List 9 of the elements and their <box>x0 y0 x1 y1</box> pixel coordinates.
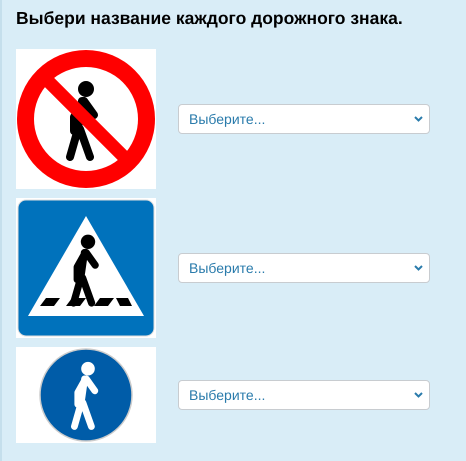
question-title: Выбери название каждого дорожного знака. <box>16 7 404 29</box>
answer-dropdown[interactable]: Выберите... <box>178 253 430 283</box>
answer-dropdown[interactable]: Выберите... <box>178 380 430 410</box>
crosswalk-sign-icon <box>18 200 154 336</box>
chevron-down-icon <box>414 116 423 122</box>
chevron-down-icon <box>414 265 423 271</box>
no-pedestrians-sign-icon <box>17 50 155 188</box>
chevron-down-icon <box>414 392 423 398</box>
answer-dropdown[interactable]: Выберите... <box>178 104 430 134</box>
